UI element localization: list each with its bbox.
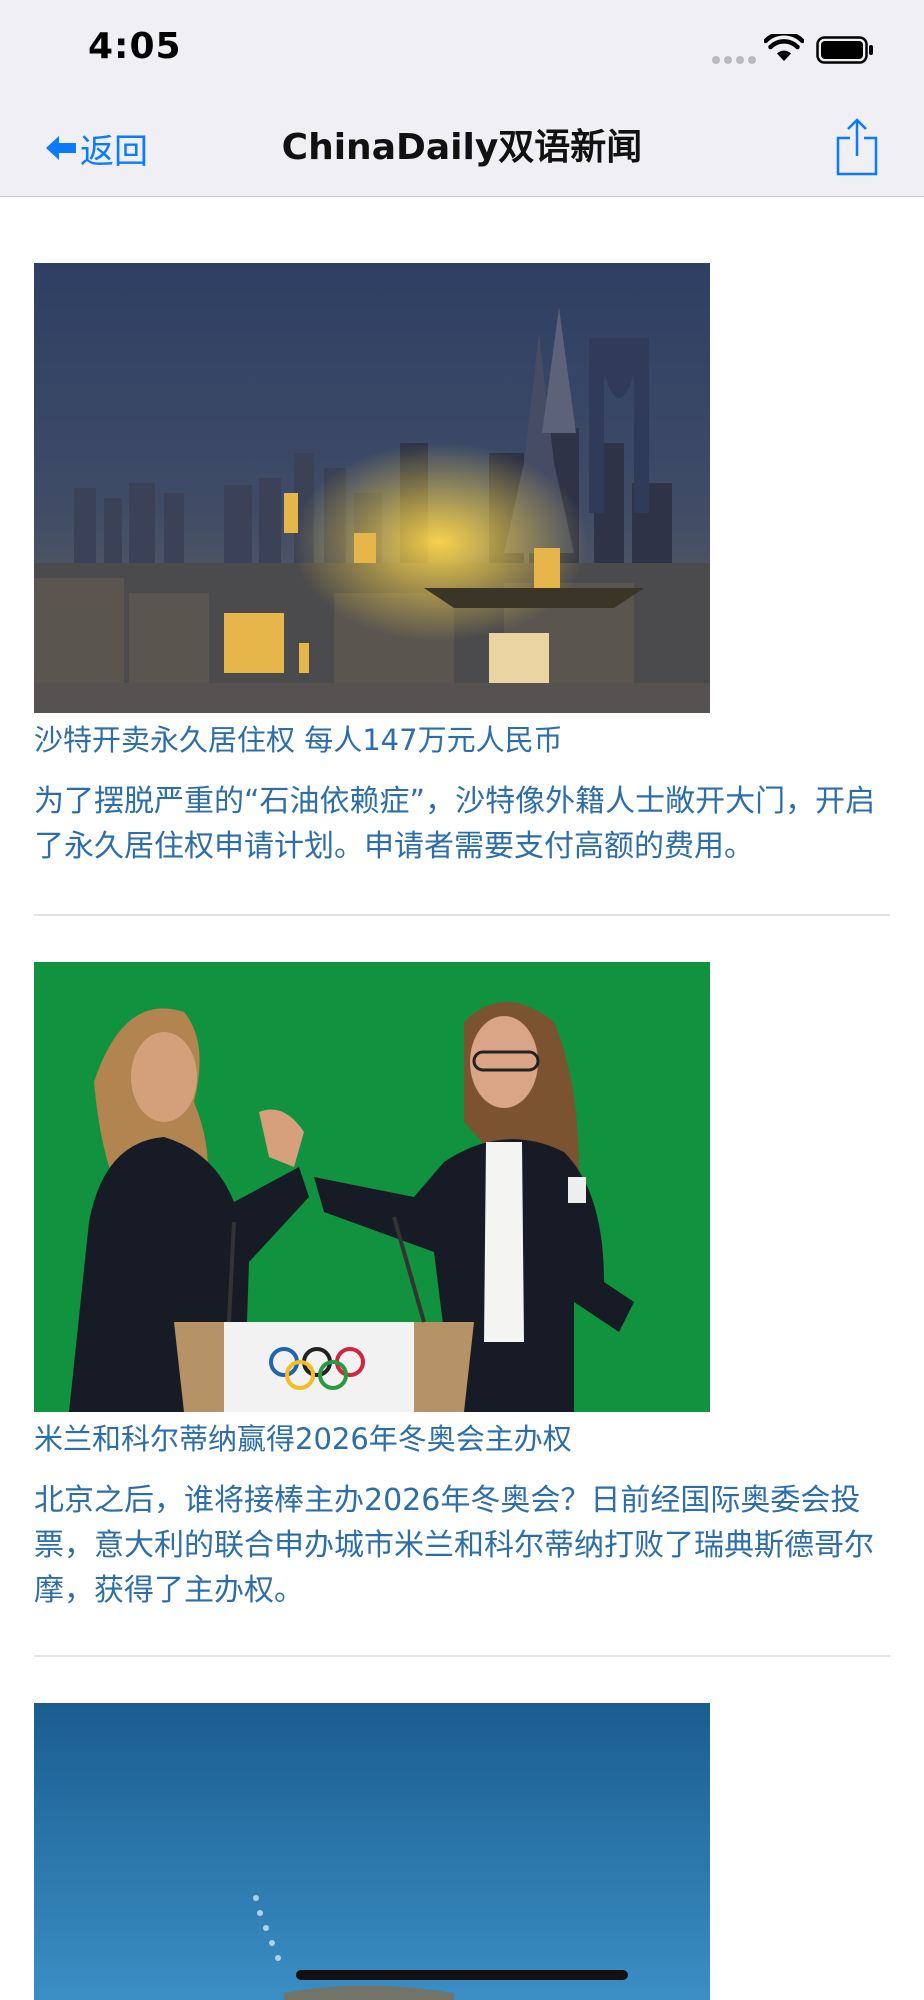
cellular-signal-icon: [712, 56, 756, 64]
news-item[interactable]: [34, 1703, 890, 2000]
wifi-icon: [764, 34, 804, 61]
battery-icon: [816, 36, 873, 64]
news-summary: 为了摆脱严重的“石油依赖症”，沙特像外籍人士敞开大门，开启了永久居住权申请计划。…: [34, 784, 876, 864]
status-time: 4:05: [88, 26, 182, 67]
news-item[interactable]: 沙特开卖永久居住权 每人147万元人民币 为了摆脱严重的“石油依赖症”，沙特像外…: [34, 263, 890, 864]
mosquito-blue-photo: [34, 1703, 710, 2000]
app-screen: 4:05 返回 ChinaDaily双语新闻 沙特开卖永久居住权 每人147万元…: [0, 0, 924, 2000]
news-item[interactable]: 米兰和科尔蒂纳赢得2026年冬奥会主办权 北京之后，谁将接棒主办2026年冬奥会…: [34, 962, 890, 1652]
divider: [34, 1655, 890, 1657]
news-headline[interactable]: 沙特开卖永久居住权 每人147万元人民币: [34, 717, 563, 759]
olympic-handshake-photo: [34, 962, 710, 1412]
page-title: ChinaDaily双语新闻: [281, 127, 643, 168]
news-summary: 北京之后，谁将接棒主办2026年冬奥会？日前经国际奥委会投票，意大利的联合申办城…: [34, 1483, 874, 1608]
riyadh-skyline-photo: [34, 263, 710, 713]
divider: [34, 914, 890, 916]
news-headline[interactable]: 米兰和科尔蒂纳赢得2026年冬奥会主办权: [34, 1416, 572, 1458]
top-chrome: 4:05 返回 ChinaDaily双语新闻: [0, 0, 924, 197]
share-icon[interactable]: [834, 116, 880, 178]
home-indicator: [296, 1970, 628, 1980]
